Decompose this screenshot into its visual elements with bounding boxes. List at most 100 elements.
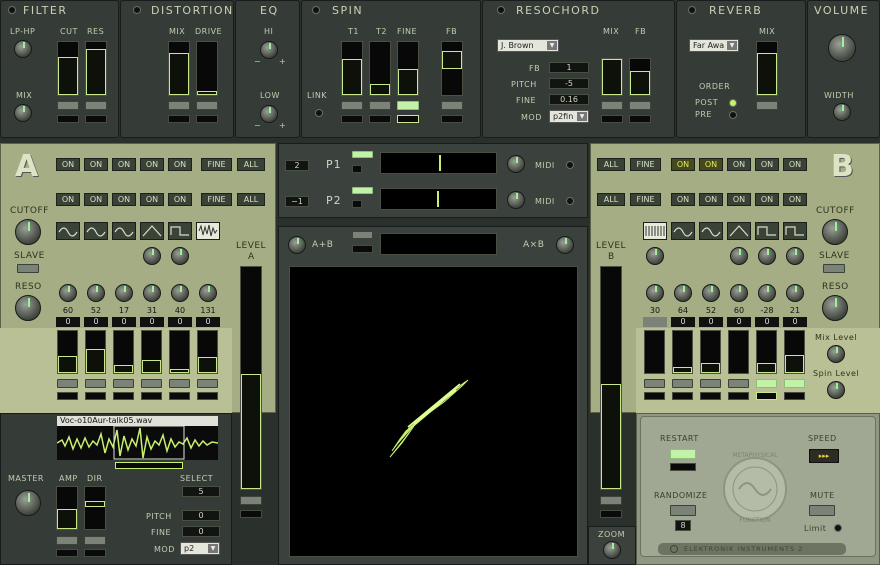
on-button-a6[interactable]: ON [56,193,80,206]
on-button-a2[interactable]: ON [84,158,108,171]
osc-a4-fader[interactable] [141,330,162,374]
reso-pitch-value[interactable]: -5 [549,78,589,89]
osc-a1-knob[interactable] [59,284,77,302]
osc-a5-fader[interactable] [169,330,190,374]
a-times-b-knob[interactable] [556,236,574,254]
osc-a5-button[interactable] [169,379,190,388]
mix-level-knob[interactable] [827,345,845,363]
sample-fine-value[interactable]: 0 [182,526,220,537]
sample-pitch-value[interactable]: 0 [182,510,220,521]
t2-fader[interactable] [369,41,391,96]
sine-wave-icon[interactable] [671,222,695,240]
sample-waveform[interactable] [56,425,219,460]
level-b-fader[interactable] [600,266,622,490]
p2-knob[interactable] [507,191,525,209]
osc-a6-button[interactable] [197,379,218,388]
distortion-mix-fader[interactable] [168,41,190,96]
on-button-b3[interactable]: ON [727,158,751,171]
sample-mod-dropdown[interactable]: p2 [180,542,220,555]
spin-fine-fader[interactable] [397,41,419,96]
noise-wave-icon[interactable] [196,222,220,240]
osc-b2-knob[interactable] [674,284,692,302]
cut-fader[interactable] [57,41,79,96]
reverb-mix-fader[interactable] [756,41,778,96]
all-button-a[interactable]: ALL [237,158,265,171]
on-button-a3[interactable]: ON [112,158,136,171]
select-value[interactable]: 5 [182,486,220,497]
osc-b3-button[interactable] [700,379,721,388]
fine-button-b2[interactable]: FINE [630,193,661,206]
on-button-b2[interactable]: ON [699,158,723,171]
cutoff-b-knob[interactable] [822,219,848,245]
spin-level-knob[interactable] [827,381,845,399]
osc-b4-button[interactable] [728,379,749,388]
osc-a3-button[interactable] [113,379,134,388]
osc-b3-fader[interactable] [700,330,721,374]
p2-number[interactable]: −1 [285,196,309,207]
osc-a4-knob[interactable] [143,284,161,302]
noise-wave-icon[interactable] [643,222,667,240]
on-button-b10[interactable]: ON [783,193,807,206]
osc-b4-knob[interactable] [730,284,748,302]
cut-button[interactable] [57,101,79,110]
level-a-fader[interactable] [240,266,262,490]
speed-button[interactable]: ▸▸▸ [809,449,839,463]
all-button-b[interactable]: ALL [597,158,625,171]
osc-a4-mod-knob[interactable] [143,247,161,265]
osc-b5-button[interactable] [756,379,777,388]
amp-fader[interactable] [56,486,78,530]
osc-b6-knob[interactable] [786,284,804,302]
osc-a3-fader[interactable] [113,330,134,374]
p2-toggle-top[interactable] [352,187,373,194]
reso-fb-fader[interactable] [629,58,651,96]
eq-hi-knob[interactable] [260,41,278,59]
master-knob[interactable] [15,490,41,516]
on-button-b6[interactable]: ON [671,193,695,206]
on-button-b4[interactable]: ON [755,158,779,171]
osc-b1-fader[interactable] [644,330,665,374]
sine-wave-icon[interactable] [56,222,80,240]
reso-fine-value[interactable]: 0.16 [549,94,589,105]
osc-a2-knob[interactable] [87,284,105,302]
osc-a2-fader[interactable] [85,330,106,374]
reverb-mix-button[interactable] [756,101,778,110]
osc-a1-button[interactable] [57,379,78,388]
spin-fine-button[interactable] [397,101,419,110]
square-wave-icon[interactable] [783,222,807,240]
p1-toggle-top[interactable] [352,151,373,158]
sine-wave-icon[interactable] [112,222,136,240]
t1-button[interactable] [341,101,363,110]
cutoff-a-knob[interactable] [15,219,41,245]
on-button-a10[interactable]: ON [168,193,192,206]
all-button-b2[interactable]: ALL [597,193,625,206]
osc-b2-button[interactable] [672,379,693,388]
osc-a5-mod-knob[interactable] [171,247,189,265]
link-toggle[interactable] [315,109,323,117]
p1-number[interactable]: 2 [285,160,309,171]
distortion-power-button[interactable] [133,6,141,14]
distortion-mix-button[interactable] [168,101,190,110]
width-knob[interactable] [833,103,851,121]
a-plus-b-knob[interactable] [288,236,306,254]
spin-fb-button[interactable] [441,101,463,110]
osc-a6-knob[interactable] [199,284,217,302]
osc-b6-fader[interactable] [784,330,805,374]
square-wave-icon[interactable] [755,222,779,240]
dir-button[interactable] [84,536,106,545]
reverb-power-button[interactable] [688,6,696,14]
osc-b1-knob[interactable] [646,284,664,302]
scope-toggle-bottom[interactable] [352,245,373,253]
on-button-b8[interactable]: ON [727,193,751,206]
volume-knob[interactable] [828,34,856,62]
restart-button[interactable] [670,449,696,459]
reso-mix-fader[interactable] [601,58,623,96]
slave-a-button[interactable] [17,264,39,273]
on-button-a9[interactable]: ON [140,193,164,206]
on-button-a4[interactable]: ON [140,158,164,171]
zoom-knob[interactable] [603,541,621,559]
osc-b2-fader[interactable] [672,330,693,374]
osc-b5-knob[interactable] [758,284,776,302]
resochord-preset-dropdown[interactable]: J. Brown [497,39,559,52]
on-button-b1[interactable]: ON [671,158,695,171]
t1-fader[interactable] [341,41,363,96]
